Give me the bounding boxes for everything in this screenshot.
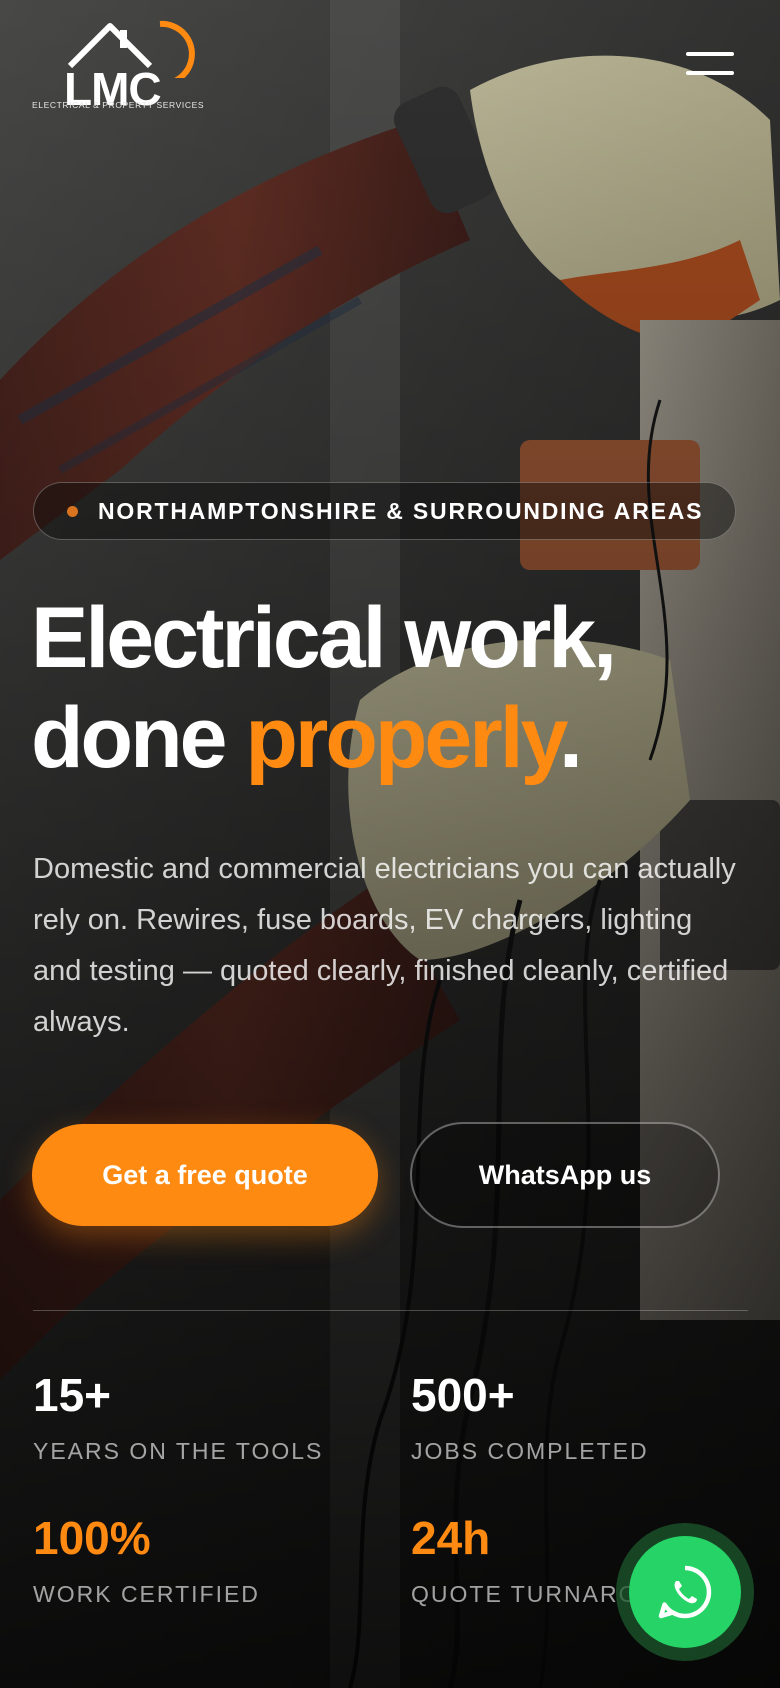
brand-logo[interactable]: LMC ELECTRICAL & PROPERTY SERVICES	[32, 18, 222, 118]
headline-accent-word: properly	[245, 690, 562, 786]
get-free-quote-button[interactable]: Get a free quote	[32, 1124, 378, 1226]
stats-divider	[33, 1310, 748, 1311]
menu-line	[686, 52, 734, 56]
stat-value: 24h	[411, 1513, 491, 1564]
hero-lead-text: Domestic and commercial electricians you…	[33, 853, 736, 1038]
whatsapp-float-button[interactable]	[616, 1523, 754, 1661]
hamburger-menu-icon[interactable]	[686, 52, 734, 76]
stat-turnaround: 24h QUOTE TURNARO	[411, 1513, 641, 1608]
headline-end-punctuation: .	[559, 690, 583, 786]
headline-line-1: Electrical work,	[31, 590, 617, 686]
stat-value: 100%	[33, 1512, 151, 1564]
stat-years: 15+ YEARS ON THE TOOLS	[33, 1370, 373, 1465]
whatsapp-float-circle	[629, 1536, 741, 1648]
stat-label: JOBS COMPLETED	[411, 1438, 649, 1464]
whatsapp-us-button[interactable]: WhatsApp us	[410, 1122, 720, 1228]
stat-label: YEARS ON THE TOOLS	[33, 1438, 324, 1464]
menu-line	[686, 71, 734, 75]
location-pill-label: NORTHAMPTONSHIRE & SURROUNDING AREAS	[98, 497, 704, 524]
headline-line-2-start: done	[31, 690, 246, 786]
logo-tagline: ELECTRICAL & PROPERTY SERVICES	[32, 100, 205, 110]
location-dot-icon	[67, 505, 78, 517]
hero-headline: Electrical work, done properly.	[31, 588, 751, 788]
stat-jobs: 500+ JOBS COMPLETED	[411, 1370, 751, 1465]
stat-label: WORK CERTIFIED	[33, 1581, 260, 1607]
hero-section: LMC ELECTRICAL & PROPERTY SERVICES NORTH…	[0, 0, 780, 1688]
stat-certified: 100% WORK CERTIFIED	[33, 1513, 373, 1608]
stat-value: 15+	[33, 1369, 112, 1421]
location-pill: NORTHAMPTONSHIRE & SURROUNDING AREAS	[33, 482, 736, 540]
stat-label: QUOTE TURNARO	[411, 1581, 639, 1607]
whatsapp-icon	[658, 1565, 712, 1619]
stat-value: 500+	[411, 1369, 515, 1421]
